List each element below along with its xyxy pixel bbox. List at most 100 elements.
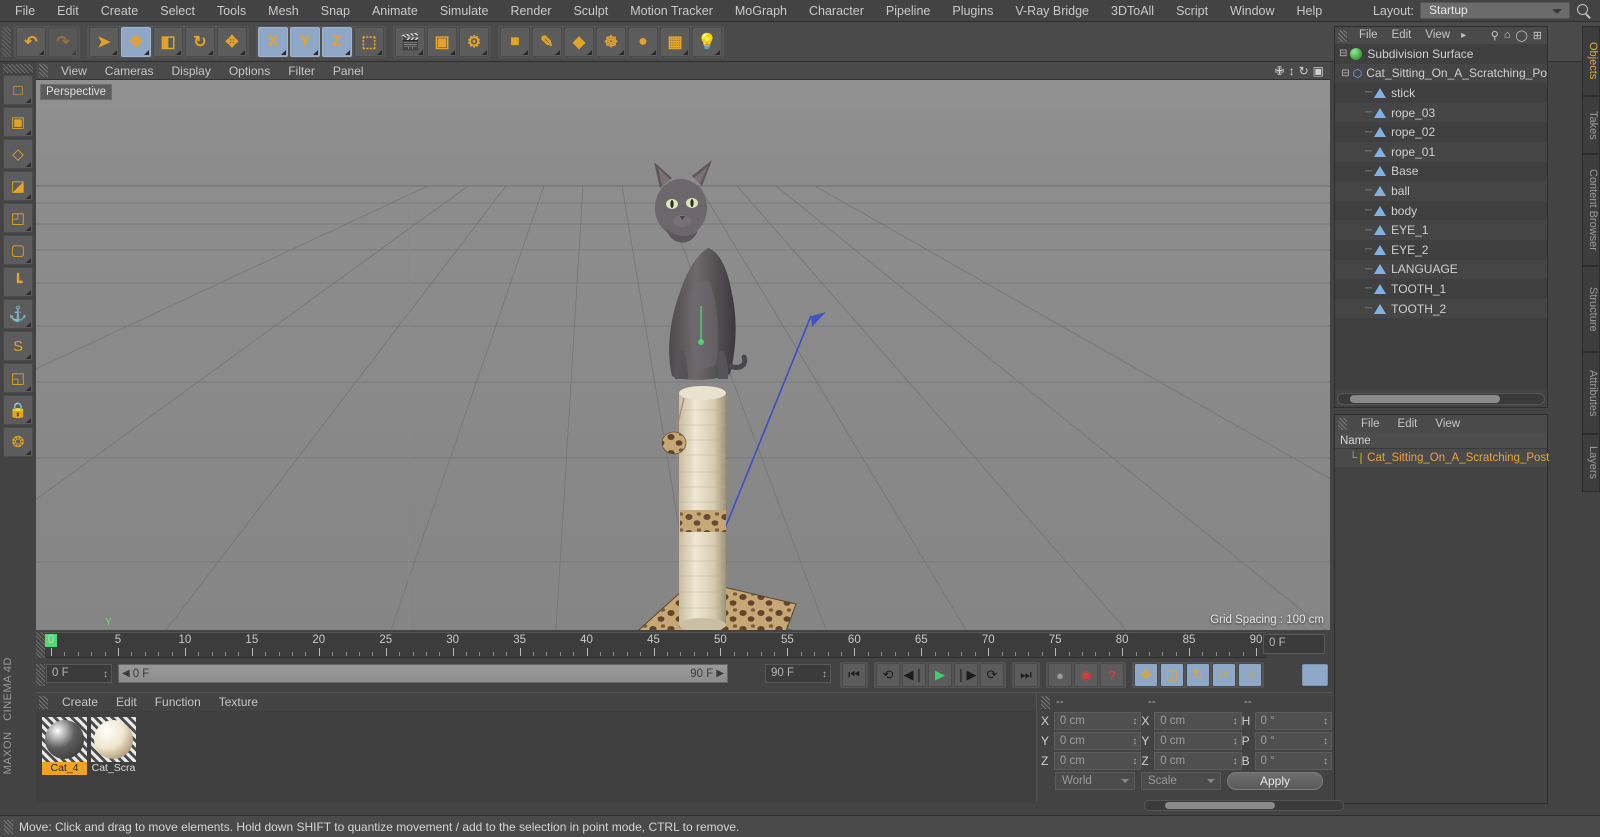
object-home-icon[interactable]: ⌂: [1504, 29, 1511, 42]
timeline-ruler[interactable]: 0 5 10 15 20 25 30 35 40 45 50 55 60 65 70 75 80 85 90: [45, 632, 1266, 658]
dock-tab-content-browser[interactable]: Content Browser: [1582, 154, 1600, 266]
go-to-start-button[interactable]: ⏮: [842, 663, 866, 687]
range-right-arrow-icon[interactable]: ▶: [713, 668, 727, 679]
viewport-menu-view[interactable]: View: [52, 62, 96, 80]
menu-item-animate[interactable]: Animate: [361, 0, 429, 22]
polygon-pen-tool[interactable]: ◇: [3, 139, 33, 169]
dock-tab-structure[interactable]: Structure: [1582, 266, 1600, 352]
search-icon[interactable]: [1576, 3, 1592, 19]
material-list[interactable]: Cat_4 Cat_Scra: [36, 711, 1036, 803]
play-loop-button[interactable]: ⟳: [980, 663, 1004, 687]
viewport-menu-display[interactable]: Display: [162, 62, 219, 80]
menu-item-plugins[interactable]: Plugins: [941, 0, 1004, 22]
material-thumbnail[interactable]: [91, 717, 136, 762]
material-menu-function[interactable]: Function: [146, 693, 210, 711]
object-search-icon[interactable]: ⚲: [1491, 29, 1499, 42]
move-tool-button[interactable]: ✥: [121, 26, 151, 57]
object-row-stick[interactable]: ─ stick: [1335, 83, 1547, 103]
current-frame-field[interactable]: 0 F: [46, 664, 112, 683]
object-row-rope-03[interactable]: ─ rope_03: [1335, 102, 1547, 123]
dock-tab-objects[interactable]: Objects: [1582, 26, 1600, 96]
go-to-end-button[interactable]: ⏭: [1014, 663, 1038, 687]
object-row-rope-02[interactable]: ─ rope_02: [1335, 122, 1547, 142]
light-button[interactable]: 💡: [692, 26, 722, 57]
select-tool-button[interactable]: ➤: [89, 26, 119, 57]
menu-item-snap[interactable]: Snap: [310, 0, 361, 22]
menu-item-render[interactable]: Render: [499, 0, 562, 22]
menu-item-help[interactable]: Help: [1286, 0, 1334, 22]
menu-item-create[interactable]: Create: [90, 0, 150, 22]
layer-menu-view[interactable]: View: [1426, 415, 1469, 433]
material-item-1[interactable]: Cat_Scra: [91, 717, 136, 803]
deformer-button[interactable]: ☸: [596, 26, 626, 57]
size-field-Z[interactable]: 0 cm: [1154, 751, 1242, 770]
y-axis-lock-button[interactable]: Y: [290, 26, 320, 57]
object-manager-scroll-thumb[interactable]: [1350, 395, 1500, 403]
bottom-hscrollbar[interactable]: [1144, 800, 1344, 811]
viewport-menu-options[interactable]: Options: [220, 62, 279, 80]
menu-item-edit[interactable]: Edit: [46, 0, 90, 22]
play-forward-button[interactable]: ▶: [928, 663, 952, 687]
object-row-cat-sitting-on-a-scratching-po[interactable]: ⊟ ⬡ Cat_Sitting_On_A_Scratching_Po: [1335, 63, 1547, 84]
menu-item-3dtoall[interactable]: 3DToAll: [1100, 0, 1165, 22]
dock-tab-layers[interactable]: Layers: [1582, 434, 1600, 492]
coordinate-system-select[interactable]: World: [1055, 772, 1135, 790]
coordinates-grip[interactable]: [1041, 695, 1050, 709]
position-field-X[interactable]: 0 cm: [1053, 711, 1142, 730]
scale-key-button[interactable]: ◫: [1160, 663, 1184, 687]
transport-grip[interactable]: [36, 664, 45, 686]
layer-row[interactable]: └ Cat_Sitting_On_A_Scratching_Post: [1335, 449, 1549, 467]
camera-button[interactable]: ▦: [660, 26, 690, 57]
magnet-tool[interactable]: ⚓: [3, 299, 33, 329]
max-frame-field[interactable]: 90 F: [765, 664, 831, 683]
lock-axis-tool[interactable]: 🔒: [3, 395, 33, 425]
layer-manager-grip[interactable]: [1338, 418, 1347, 430]
rotation-key-button[interactable]: ↻: [1186, 663, 1210, 687]
menu-item-simulate[interactable]: Simulate: [429, 0, 500, 22]
bottom-scroll-thumb[interactable]: [1165, 802, 1275, 809]
point-mode-tool[interactable]: ◰: [3, 203, 33, 233]
object-expand-icon[interactable]: ⊞: [1533, 29, 1542, 42]
size-field-X[interactable]: 0 cm: [1154, 711, 1242, 730]
cube-primitive-button[interactable]: ■: [500, 26, 530, 57]
object-filter-icon[interactable]: ◯: [1515, 29, 1527, 42]
menu-item-character[interactable]: Character: [798, 0, 875, 22]
material-menu-grip[interactable]: [39, 695, 48, 709]
maximize-icon[interactable]: ▣: [1313, 64, 1324, 78]
edge-mode-tool[interactable]: ◪: [3, 171, 33, 201]
redo-button[interactable]: ↷: [48, 26, 78, 57]
environment-button[interactable]: ●: [628, 26, 658, 57]
rotate-icon[interactable]: ↻: [1299, 64, 1309, 78]
dolly-icon[interactable]: ↕: [1289, 64, 1295, 78]
previous-keyframe-button[interactable]: ◀❘: [902, 663, 926, 687]
menu-item-file[interactable]: File: [4, 0, 46, 22]
object-manager-grip[interactable]: [1338, 29, 1347, 42]
pan-icon[interactable]: ✙: [1275, 64, 1285, 78]
object-row-language[interactable]: ─ LANGUAGE: [1335, 259, 1547, 280]
material-menu-texture[interactable]: Texture: [210, 693, 267, 711]
model-mode-tool[interactable]: ▢: [3, 235, 33, 265]
material-thumbnail[interactable]: [42, 717, 87, 762]
material-menu-edit[interactable]: Edit: [107, 693, 146, 711]
size-field-Y[interactable]: 0 cm: [1154, 731, 1242, 750]
timeline-toggle-button[interactable]: [1302, 664, 1328, 686]
object-row-rope-01[interactable]: ─ rope_01: [1335, 141, 1547, 162]
dock-tab-takes[interactable]: Takes: [1582, 96, 1600, 154]
render-region-button[interactable]: ▣: [427, 26, 457, 57]
menu-item-sculpt[interactable]: Sculpt: [562, 0, 619, 22]
play-reverse-loop-button[interactable]: ⟲: [876, 663, 900, 687]
more-menu-icon[interactable]: ▸: [1457, 30, 1466, 41]
object-menu-file[interactable]: File: [1352, 27, 1385, 44]
z-axis-lock-button[interactable]: Z: [322, 26, 352, 57]
toolbar-grip[interactable]: [2, 26, 11, 57]
position-field-Y[interactable]: 0 cm: [1053, 731, 1142, 750]
menu-item-motion-tracker[interactable]: Motion Tracker: [619, 0, 724, 22]
snap-tool[interactable]: S: [3, 331, 33, 361]
menu-item-select[interactable]: Select: [149, 0, 206, 22]
world-move-button[interactable]: ✥: [217, 26, 247, 57]
rotation-field-H[interactable]: 0 °: [1254, 711, 1333, 730]
layer-menu-file[interactable]: File: [1352, 415, 1389, 433]
texture-axis-tool[interactable]: ┗: [3, 267, 33, 297]
object-menu-edit[interactable]: Edit: [1385, 27, 1419, 44]
viewport-menu-filter[interactable]: Filter: [279, 62, 324, 80]
